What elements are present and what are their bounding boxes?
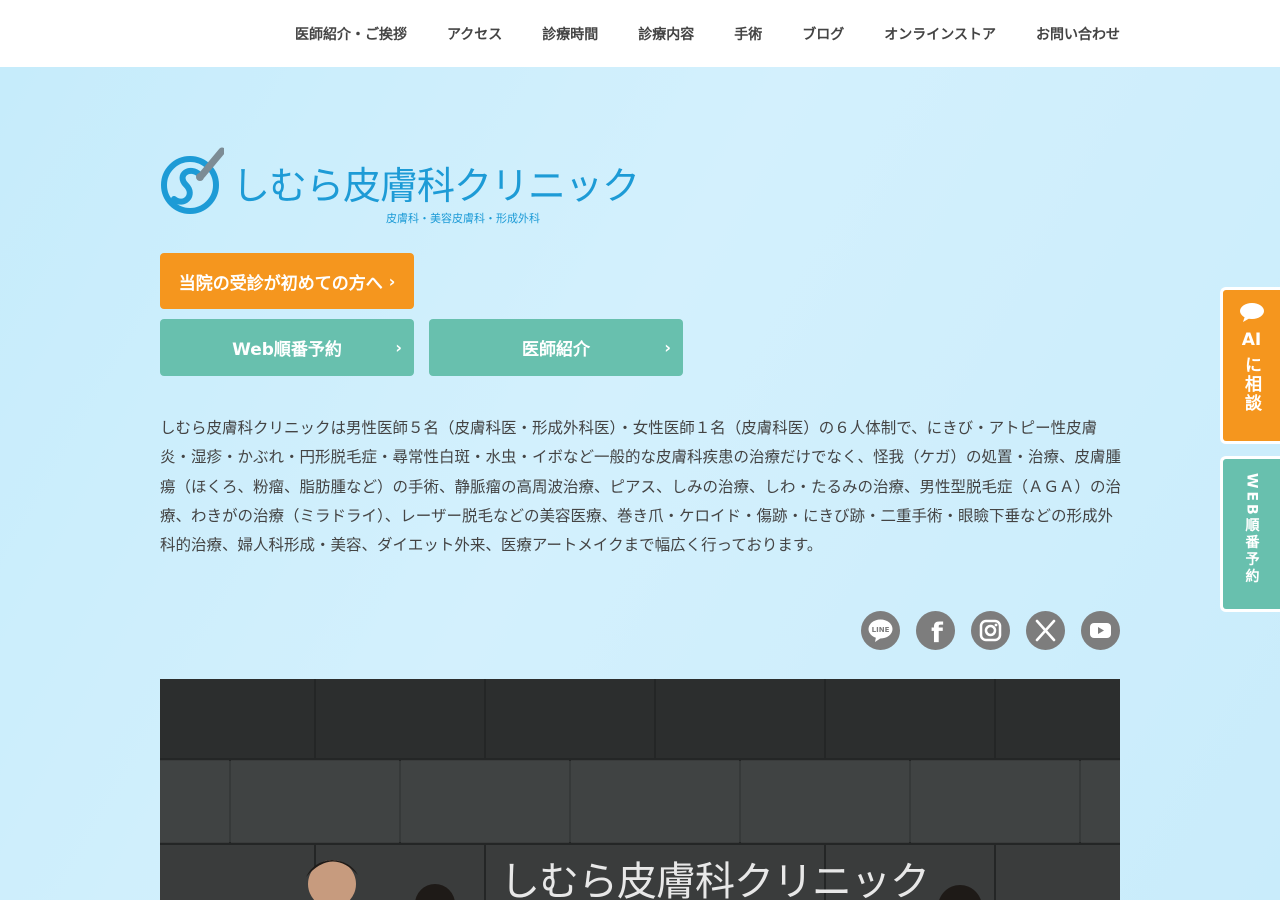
youtube-icon[interactable] — [1081, 611, 1120, 650]
web-reservation-side-tab-label: WEB順番予約 — [1243, 473, 1260, 586]
facebook-icon[interactable]: f — [916, 611, 955, 650]
top-navigation: 医師紹介・ご挨拶 アクセス 診療時間 診療内容 手術 ブログ オンラインストア … — [0, 0, 1280, 67]
nav-item-blog[interactable]: ブログ — [802, 24, 844, 44]
clinic-staff-photo: しむら皮膚科クリニック — [160, 679, 1120, 900]
nav-item-contact[interactable]: お問い合わせ — [1036, 24, 1120, 44]
chevron-right-icon: › — [395, 338, 402, 357]
chevron-right-icon: › — [388, 271, 396, 291]
doctor-intro-button[interactable]: 医師紹介 › — [429, 319, 683, 376]
web-reservation-button[interactable]: Web順番予約 › — [160, 319, 414, 376]
ai-consult-side-tab-label: に相談 — [1241, 356, 1261, 413]
clinic-logo-subtitle: 皮膚科・美容皮膚科・形成外科 — [386, 212, 540, 225]
nav-item-treatments[interactable]: 診療内容 — [638, 24, 694, 44]
line-icon-text: LINE — [872, 626, 890, 634]
clinic-logo-name: しむら皮膚科クリニック — [232, 164, 640, 208]
chevron-right-icon: › — [664, 338, 671, 357]
first-visit-button-label: 当院の受診が初めての方へ — [178, 273, 383, 294]
photo-clinic-sign: しむら皮膚科クリニック — [500, 859, 930, 900]
social-links: LINE f — [861, 611, 1120, 650]
line-icon[interactable]: LINE — [861, 611, 900, 650]
x-icon[interactable] — [1026, 611, 1065, 650]
first-visit-button[interactable]: 当院の受診が初めての方へ › — [160, 253, 414, 309]
web-reservation-button-label: Web順番予約 — [232, 340, 342, 360]
facebook-icon-text: f — [931, 618, 943, 649]
clinic-logo-mark-icon — [161, 147, 224, 214]
instagram-icon[interactable] — [971, 611, 1010, 650]
ai-consult-side-tab-top: AI — [1241, 330, 1262, 350]
nav-item-access[interactable]: アクセス — [447, 24, 502, 44]
chat-bubble-icon — [1239, 303, 1264, 322]
web-reservation-side-tab[interactable]: WEB順番予約 — [1220, 456, 1280, 612]
nav-item-hours[interactable]: 診療時間 — [542, 24, 598, 44]
nav-item-online-store[interactable]: オンラインストア — [884, 24, 996, 44]
clinic-logo[interactable]: しむら皮膚科クリニック 皮膚科・美容皮膚科・形成外科 — [160, 145, 640, 230]
nav-item-doctor-greeting[interactable]: 医師紹介・ご挨拶 — [295, 24, 407, 44]
ai-consult-side-tab[interactable]: AI に相談 — [1220, 287, 1280, 444]
clinic-intro-text: しむら皮膚科クリニックは男性医師５名（皮膚科医・形成外科医）・女性医師１名（皮膚… — [160, 419, 1122, 555]
nav-item-surgery[interactable]: 手術 — [734, 24, 762, 44]
doctor-intro-button-label: 医師紹介 — [522, 340, 590, 360]
